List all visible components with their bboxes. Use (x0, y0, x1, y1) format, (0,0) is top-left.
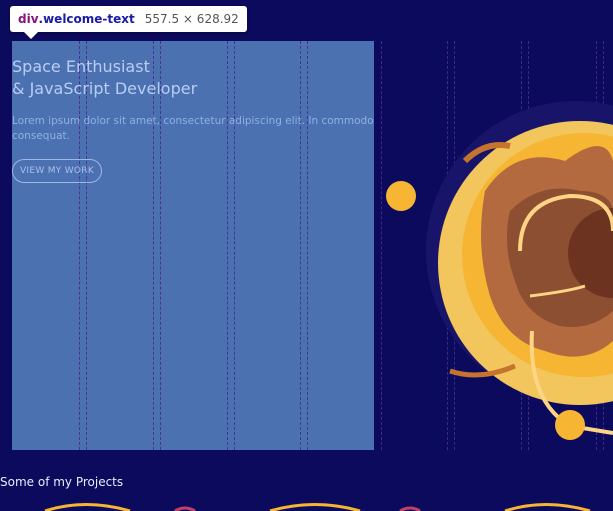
grid-guide (234, 41, 235, 450)
hero-title-line1: Space Enthusiast (12, 57, 150, 76)
grid-guide (227, 41, 228, 450)
small-moon-icon (386, 181, 416, 211)
project-card-edge (504, 503, 591, 511)
devtools-element-tooltip: div .welcome-text 557.5 × 628.92 (10, 6, 247, 39)
planet-illustration-icon (386, 101, 613, 440)
tooltip-tag: div (18, 12, 39, 26)
tooltip-class: .welcome-text (38, 12, 135, 26)
orbit-moon-icon (555, 410, 585, 440)
project-card-edge (269, 503, 361, 511)
tooltip-size: 557.5 × 628.92 (144, 12, 239, 26)
welcome-text-highlight (12, 41, 374, 450)
project-card-edge (44, 503, 131, 511)
grid-guide (307, 41, 308, 450)
hero-paragraph: Lorem ipsum dolor sit amet, consectetur … (12, 115, 374, 142)
hero-title: Space Enthusiast & JavaScript Developer (12, 56, 197, 100)
view-my-work-button[interactable]: VIEW MY WORK (12, 159, 102, 183)
projects-heading: Some of my Projects (0, 475, 124, 489)
grid-guide (160, 41, 161, 450)
grid-guide (86, 41, 87, 450)
grid-guide (153, 41, 154, 450)
grid-guide (300, 41, 301, 450)
grid-guide (79, 41, 80, 450)
project-cards-preview (44, 503, 591, 511)
hero-title-line2: & JavaScript Developer (12, 79, 198, 98)
